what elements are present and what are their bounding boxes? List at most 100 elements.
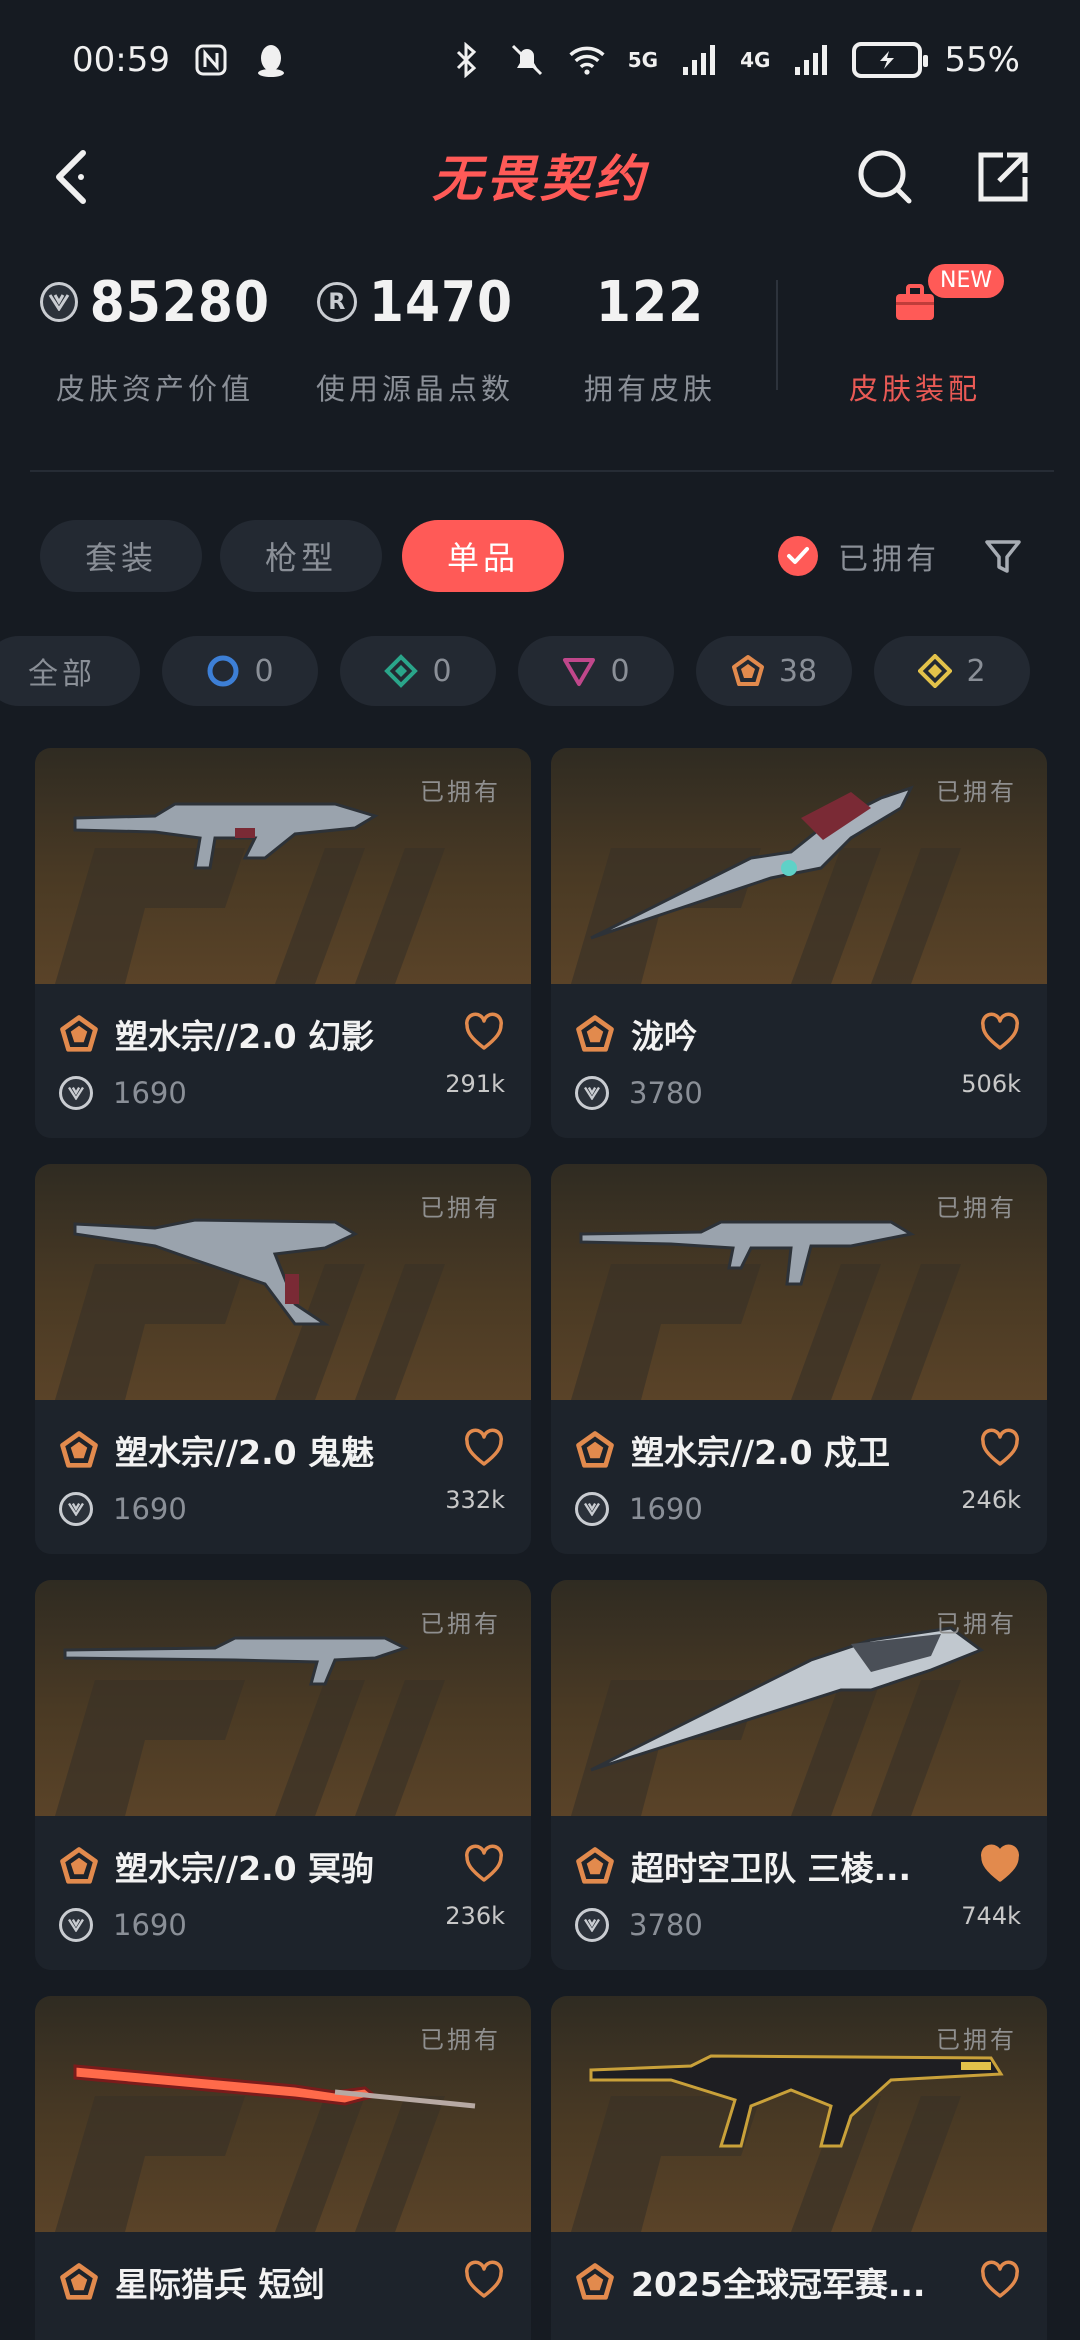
exclusive-tier-icon bbox=[576, 1431, 614, 1468]
tier-chip-ultra[interactable]: 2 bbox=[874, 636, 1030, 706]
radianite-stat: R 1470 使用源晶点数 bbox=[300, 262, 530, 422]
owned-tag: 已拥有 bbox=[420, 1610, 501, 1638]
app-title: 无畏契约 bbox=[432, 149, 648, 208]
filter-button[interactable] bbox=[978, 532, 1028, 582]
heart-icon[interactable] bbox=[463, 1428, 505, 1470]
skin-card[interactable]: 已拥有 泷吟 3780 506k bbox=[551, 748, 1047, 1138]
radianite-value: 1470 bbox=[368, 269, 514, 335]
owned-tag: 已拥有 bbox=[420, 2026, 501, 2054]
status-bar: 00:59 5G 4G 55% bbox=[0, 0, 1080, 120]
skin-info: 超时空卫队 三棱... 3780 744k bbox=[551, 1816, 1047, 1970]
exclusive-tier-icon bbox=[60, 2263, 98, 2300]
skin-card[interactable]: 已拥有 2025全球冠军赛... bbox=[551, 1996, 1047, 2340]
heart-icon[interactable] bbox=[463, 2260, 505, 2302]
new-badge: NEW bbox=[928, 264, 1005, 298]
tier-count: 0 bbox=[610, 653, 630, 689]
exclusive-tier-icon bbox=[60, 1015, 98, 1052]
battery-level: 55% bbox=[944, 40, 1020, 80]
tab-weapon-type[interactable]: 枪型 bbox=[220, 520, 382, 592]
like-count: 246k bbox=[961, 1486, 1021, 1514]
tier-chip-all[interactable]: 全部 bbox=[0, 636, 140, 706]
battery-icon bbox=[852, 42, 929, 78]
valorant-points-icon bbox=[575, 1492, 609, 1526]
divider bbox=[30, 470, 1054, 472]
tier-count: 0 bbox=[254, 653, 274, 689]
skin-loadout-button[interactable]: NEW 皮肤装配 bbox=[800, 262, 1030, 422]
skin-card[interactable]: 已拥有 塑水宗//2.0 戍卫 1690 246k bbox=[551, 1164, 1047, 1554]
skin-card[interactable]: 已拥有 超时空卫队 三棱... 3780 744k bbox=[551, 1580, 1047, 1970]
exclusive-tier-icon bbox=[576, 2263, 614, 2300]
deluxe-tier-icon bbox=[384, 654, 419, 688]
skin-price: 3780 bbox=[629, 1908, 703, 1942]
skin-info: 泷吟 3780 506k bbox=[551, 984, 1047, 1138]
heart-icon[interactable] bbox=[463, 1844, 505, 1886]
tier-chip-deluxe[interactable]: 0 bbox=[340, 636, 496, 706]
tier-chip-exclusive[interactable]: 38 bbox=[696, 636, 852, 706]
category-filter-row: 套装 枪型 单品 已拥有 bbox=[0, 520, 1080, 596]
tab-single-items[interactable]: 单品 bbox=[402, 520, 564, 592]
skin-image: 已拥有 bbox=[551, 1580, 1047, 1816]
radianite-icon: R bbox=[316, 282, 357, 322]
tier-chip-select[interactable]: 0 bbox=[162, 636, 318, 706]
skin-card[interactable]: 已拥有 塑水宗//2.0 幻影 1690 291k bbox=[35, 748, 531, 1138]
heart-icon[interactable] bbox=[463, 1012, 505, 1054]
exclusive-tier-icon bbox=[576, 1015, 614, 1052]
exclusive-tier-icon bbox=[576, 1847, 614, 1884]
owned-only-toggle[interactable]: 已拥有 bbox=[778, 534, 940, 578]
tab-bundles[interactable]: 套装 bbox=[40, 520, 202, 592]
skin-name: 泷吟 bbox=[631, 1017, 697, 1056]
skin-info: 塑水宗//2.0 幻影 1690 291k bbox=[35, 984, 531, 1138]
back-button[interactable] bbox=[38, 142, 108, 212]
owned-only-label: 已拥有 bbox=[838, 542, 940, 577]
stats-panel: 85280 皮肤资产价值 R 1470 使用源晶点数 122 拥有皮肤 NEW … bbox=[0, 262, 1080, 422]
asset-value: 85280 bbox=[89, 269, 270, 335]
qq-icon bbox=[252, 41, 290, 79]
skin-price: 1690 bbox=[113, 1492, 187, 1526]
owned-skins-label: 拥有皮肤 bbox=[583, 372, 716, 406]
ultra-tier-icon bbox=[918, 654, 953, 688]
heart-filled-icon[interactable] bbox=[979, 1844, 1021, 1886]
signal-icon bbox=[792, 41, 830, 79]
clock: 00:59 bbox=[72, 40, 170, 80]
price-row: 3780 bbox=[575, 1908, 703, 1942]
price-row: 3780 bbox=[575, 1076, 703, 1110]
skin-card[interactable]: 已拥有 塑水宗//2.0 冥驹 1690 236k bbox=[35, 1580, 531, 1970]
owned-tag: 已拥有 bbox=[420, 1194, 501, 1222]
tier-all-label: 全部 bbox=[28, 657, 96, 692]
skin-info: 塑水宗//2.0 鬼魅 1690 332k bbox=[35, 1400, 531, 1554]
valorant-points-icon bbox=[575, 1076, 609, 1110]
skin-name: 2025全球冠军赛... bbox=[631, 2265, 926, 2304]
check-icon bbox=[778, 536, 818, 576]
price-row: 1690 bbox=[59, 1076, 187, 1110]
skin-price: 1690 bbox=[629, 1492, 703, 1526]
heart-icon[interactable] bbox=[979, 1012, 1021, 1054]
skin-name: 塑水宗//2.0 鬼魅 bbox=[115, 1433, 375, 1472]
like-count: 506k bbox=[961, 1070, 1021, 1098]
search-button[interactable] bbox=[850, 142, 920, 212]
owned-tag: 已拥有 bbox=[420, 778, 501, 806]
owned-tag: 已拥有 bbox=[936, 1610, 1017, 1638]
skin-price: 1690 bbox=[113, 1908, 187, 1942]
skin-image: 已拥有 bbox=[551, 748, 1047, 984]
skin-grid: 已拥有 塑水宗//2.0 幻影 1690 291k 已拥有 泷吟 3780 50… bbox=[35, 748, 1047, 2340]
skin-card[interactable]: 已拥有 塑水宗//2.0 鬼魅 1690 332k bbox=[35, 1164, 531, 1554]
network-5g-label: 5G bbox=[627, 48, 659, 72]
top-nav-bar: 无畏契约 bbox=[0, 120, 1080, 230]
skin-card[interactable]: 已拥有 星际猎兵 短剑 bbox=[35, 1996, 531, 2340]
like-count: 291k bbox=[445, 1070, 505, 1098]
skin-name: 塑水宗//2.0 戍卫 bbox=[631, 1433, 891, 1472]
asset-value-label: 皮肤资产价值 bbox=[55, 372, 254, 406]
heart-icon[interactable] bbox=[979, 1428, 1021, 1470]
skin-image: 已拥有 bbox=[35, 1580, 531, 1816]
tier-chip-premium[interactable]: 0 bbox=[518, 636, 674, 706]
like-count: 744k bbox=[961, 1902, 1021, 1930]
skin-info: 塑水宗//2.0 冥驹 1690 236k bbox=[35, 1816, 531, 1970]
share-icon bbox=[978, 152, 1028, 202]
signal-icon bbox=[680, 41, 718, 79]
skin-info: 星际猎兵 短剑 bbox=[35, 2232, 531, 2340]
skin-price: 1690 bbox=[113, 1076, 187, 1110]
funnel-icon bbox=[985, 540, 1021, 573]
share-button[interactable] bbox=[968, 142, 1038, 212]
price-row: 1690 bbox=[575, 1492, 703, 1526]
heart-icon[interactable] bbox=[979, 2260, 1021, 2302]
